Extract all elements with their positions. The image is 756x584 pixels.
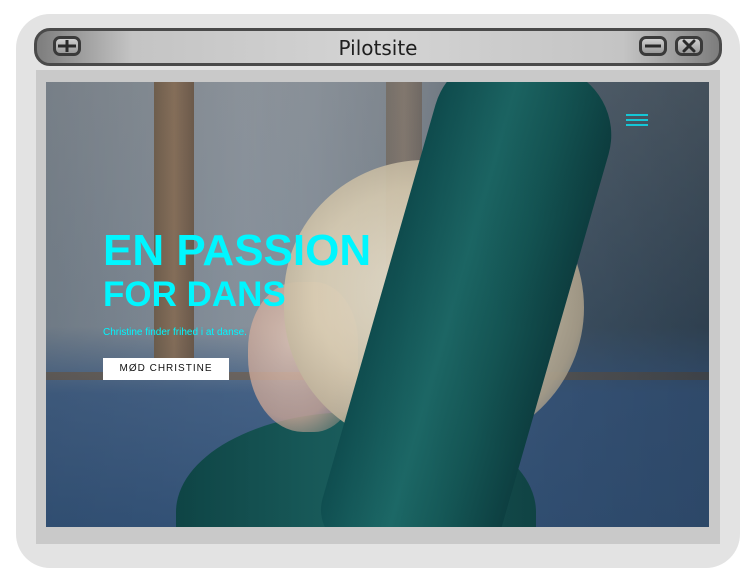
minimize-button[interactable] [639, 36, 667, 56]
minus-icon [645, 44, 661, 48]
menu-icon-bar [626, 119, 648, 121]
hamburger-menu-icon[interactable] [626, 114, 648, 130]
hero-title-line-1: EN PASSION [103, 226, 372, 275]
menu-icon-bar [626, 124, 648, 126]
hero-section: EN PASSION FOR DANS Christine finder fri… [46, 82, 709, 527]
hero-title-line-2: FOR DANS [103, 275, 286, 314]
hero-subtitle: Christine finder frihed i at danse. [103, 327, 247, 338]
meet-christine-button[interactable]: MØD CHRISTINE [103, 358, 229, 380]
menu-icon-bar [626, 114, 648, 116]
window-titlebar[interactable]: Pilotsite [34, 28, 722, 66]
close-icon [682, 39, 696, 53]
close-button[interactable] [675, 36, 703, 56]
window-title: Pilotsite [338, 36, 418, 60]
